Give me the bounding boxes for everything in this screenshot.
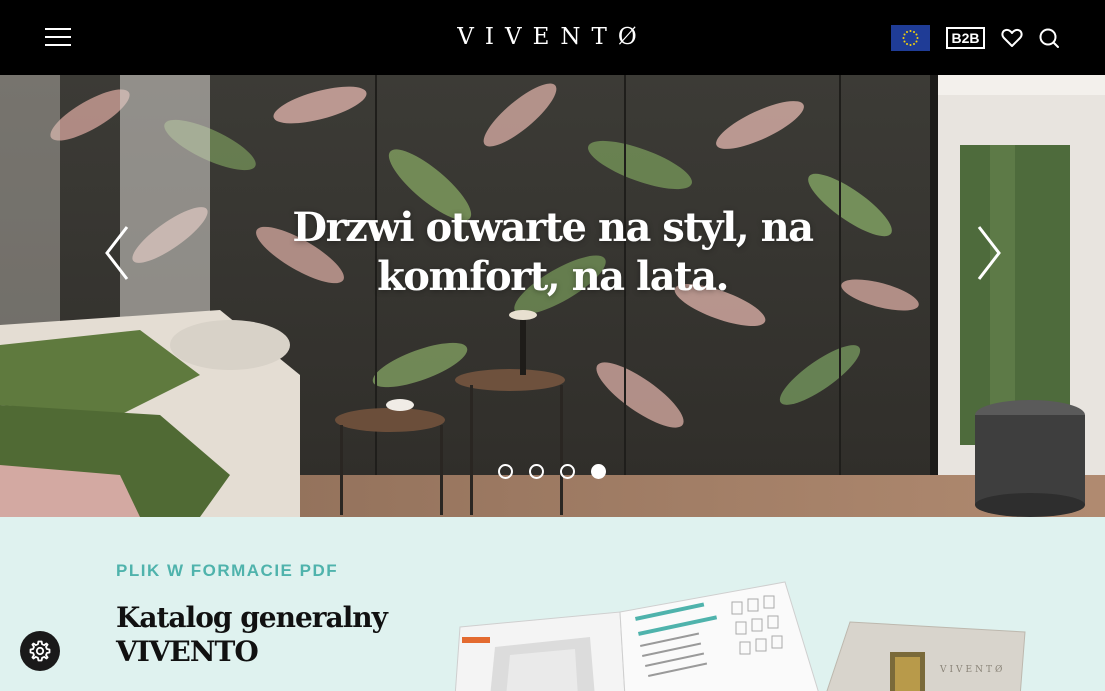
slider-dot-1[interactable] [498, 464, 513, 479]
eu-flag-icon[interactable] [891, 25, 930, 51]
catalog-title: Katalog generalny VIVENTO [116, 601, 388, 668]
b2b-button[interactable]: B2B [946, 27, 985, 49]
gear-icon [29, 640, 51, 662]
hero-title: Drzwi otwarte na styl, na komfort, na la… [292, 204, 814, 300]
site-logo[interactable]: VIVENTØ [430, 22, 675, 52]
heart-icon[interactable] [1000, 26, 1024, 50]
menu-icon[interactable] [45, 27, 71, 47]
catalog-section: PLIK W FORMACIE PDF Katalog generalny VI… [0, 517, 1105, 691]
slider-dot-3[interactable] [560, 464, 575, 479]
slider-next-button[interactable] [974, 225, 1004, 281]
catalog-label: PLIK W FORMACIE PDF [116, 561, 339, 580]
slider-dot-4[interactable] [591, 464, 606, 479]
cookie-settings-button[interactable] [20, 631, 60, 671]
slider-prev-button[interactable] [102, 225, 132, 281]
hero-slider: Drzwi otwarte na styl, na komfort, na la… [0, 75, 1105, 517]
slider-pagination [498, 464, 608, 480]
svg-text:VIVENTØ: VIVENTØ [939, 664, 1005, 675]
slider-dot-2[interactable] [529, 464, 544, 479]
catalog-image[interactable]: VIVENTØ [440, 577, 1040, 691]
search-icon[interactable] [1037, 26, 1061, 50]
site-header: VIVENTØ B2B [0, 0, 1105, 75]
